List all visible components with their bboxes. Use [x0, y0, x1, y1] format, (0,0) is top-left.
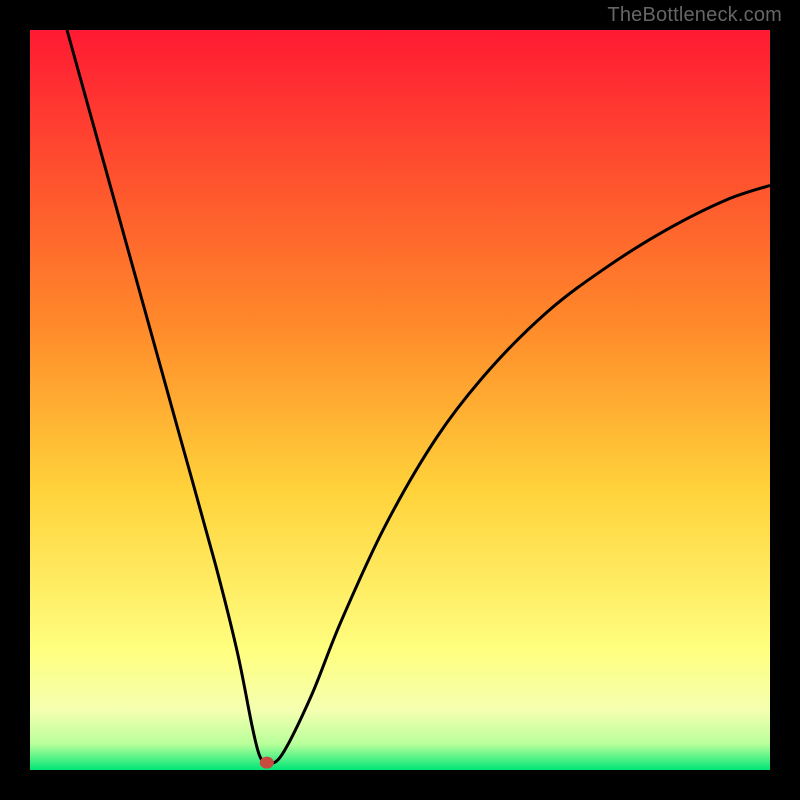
- watermark-text: TheBottleneck.com: [607, 4, 782, 27]
- gradient-background: [30, 30, 770, 770]
- plot-area: [30, 30, 770, 770]
- chart-frame: TheBottleneck.com: [0, 0, 800, 800]
- bottleneck-chart: [30, 30, 770, 770]
- minimum-dot: [260, 757, 274, 769]
